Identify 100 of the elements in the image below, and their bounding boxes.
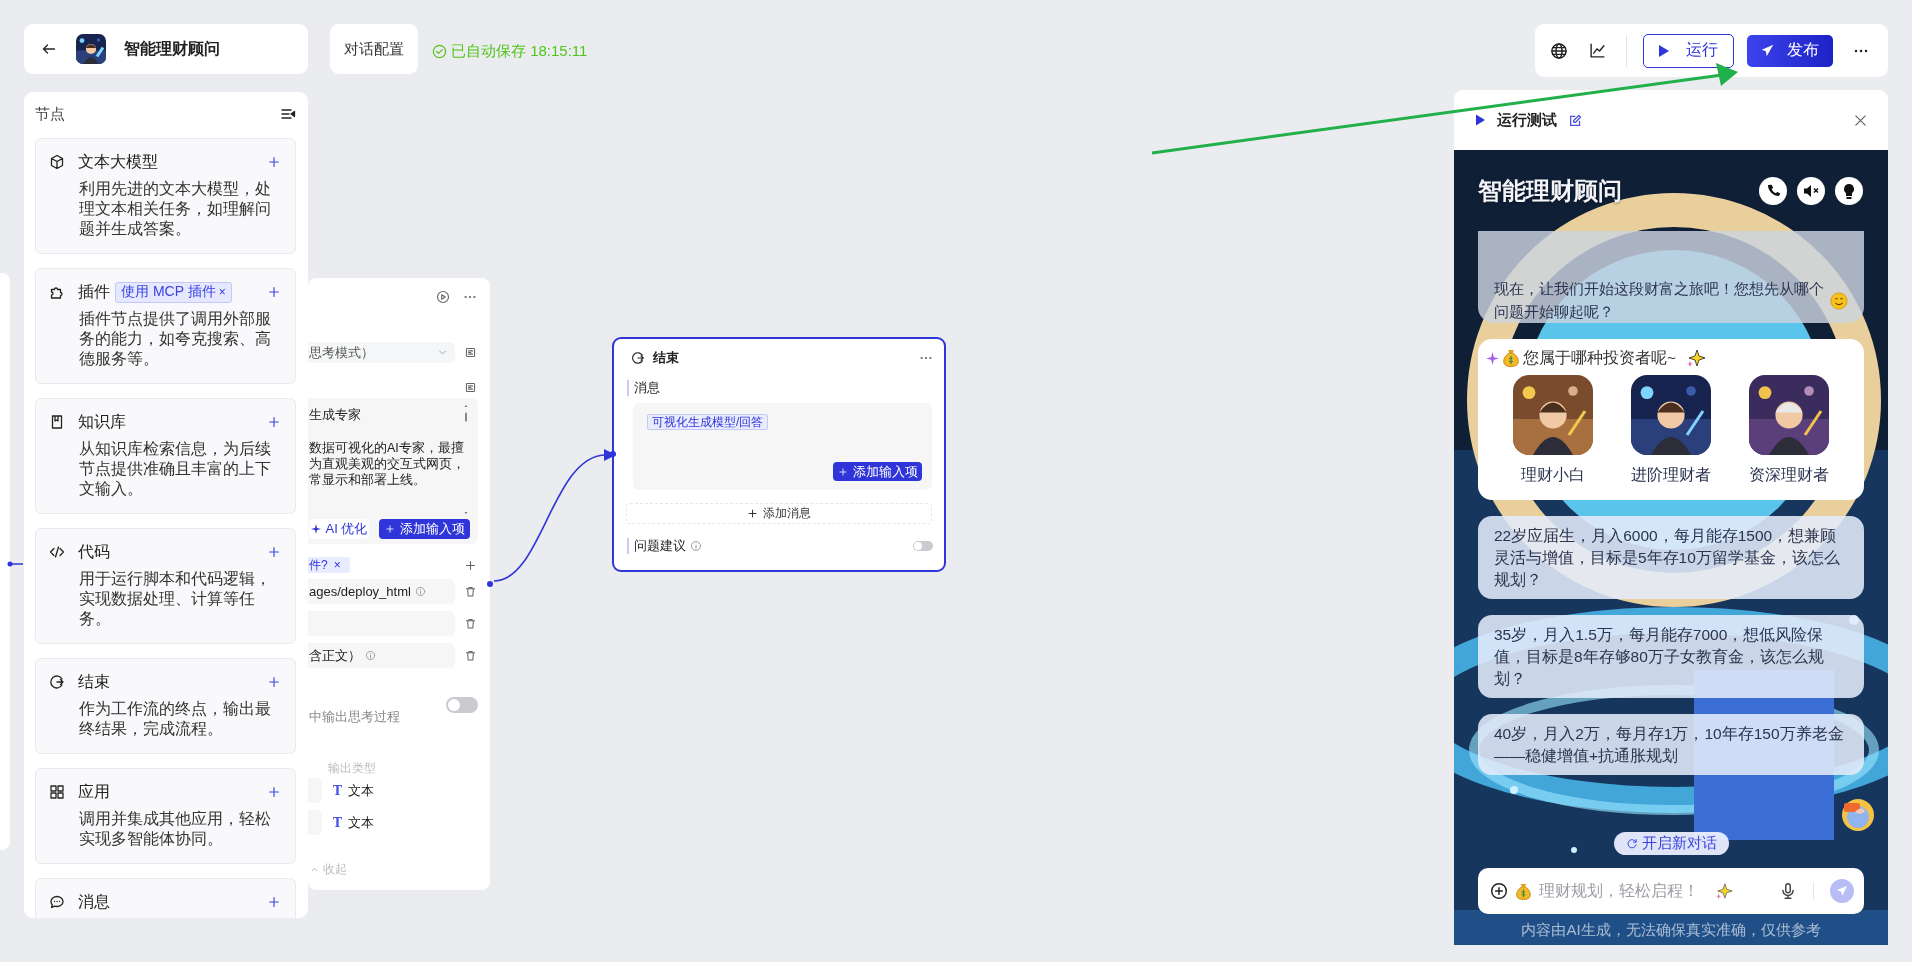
save-status: 已自动保存 18:15:11 (451, 42, 588, 61)
plus-icon[interactable] (267, 415, 281, 429)
port-dot (487, 581, 493, 587)
play-icon (1476, 114, 1485, 126)
prompt-line: 常显示和部署上线。 (309, 472, 426, 488)
node-name: 消息 (78, 891, 110, 912)
plus-icon[interactable] (267, 785, 281, 799)
node-name: 结束 (78, 671, 110, 692)
node-card[interactable]: 知识库 从知识库检索信息，为后续节点提供准确且丰富的上下文输入。 (35, 398, 296, 514)
workflow-node[interactable]: 思考模式） 生成专家 数据可视化的AI专家，最擅 为直观美观的交互式网页， 常显示和部署上线。 AI 优化 添加输入项 件? × ages/deploy_html 含正文） 中输出思考过程 输出类型 T 文本 T 文本 收起 (308, 278, 490, 890)
publish-button[interactable]: 发布 (1747, 34, 1833, 67)
mcp-tag[interactable]: 使用 MCP 插件 × (115, 281, 232, 303)
check-circle-icon (432, 44, 447, 59)
plus-icon[interactable] (464, 558, 477, 572)
prompt-line: 生成专家 (309, 407, 361, 423)
trash-icon[interactable] (464, 617, 477, 630)
port-dot (610, 451, 616, 457)
node-name: 文本大模型 (78, 151, 158, 172)
node-card[interactable]: 消息 (35, 878, 296, 918)
add-message-button[interactable]: 添加消息 (626, 503, 932, 524)
app-name: 智能理财顾问 (124, 38, 220, 59)
node-title: 结束 (653, 349, 679, 367)
node-name: 应用 (78, 781, 110, 802)
param-field[interactable]: 含正文） (308, 643, 455, 668)
tool-tag[interactable]: 件? × (308, 557, 350, 573)
grid-icon (49, 784, 65, 800)
output-type: 文本 (347, 781, 374, 800)
field-value: ages/deploy_html (309, 584, 411, 599)
chat-icon (49, 894, 65, 910)
end-node[interactable]: 结束 消息 可视化生成模型/回答 添加输入项 添加消息 问题建议 (612, 337, 946, 572)
plus-icon (747, 508, 758, 519)
connector-line (7, 561, 23, 567)
node-description: 从知识库检索信息，为后续节点提供准确且丰富的上下文输入。 (79, 439, 272, 499)
add-input-button[interactable]: 添加输入项 (833, 462, 922, 481)
remove-button[interactable]: × (218, 285, 226, 299)
toggle-switch[interactable] (913, 541, 933, 551)
book-icon (49, 414, 65, 430)
node-description: 用于运行脚本和代码逻辑，实现数据处理、计算等任务。 (79, 569, 272, 629)
text-type-icon: T (333, 815, 342, 830)
field-label: 问题建议 (627, 538, 686, 554)
code-icon (49, 544, 65, 560)
node-card[interactable]: 代码 用于运行脚本和代码逻辑，实现数据处理、计算等任务。 (35, 528, 296, 644)
ai-optimize-button[interactable]: AI 优化 (309, 519, 369, 539)
plus-icon (837, 466, 848, 477)
edit-icon[interactable] (1569, 113, 1582, 127)
remove-button[interactable]: × (333, 558, 341, 572)
node-description: 利用先进的文本大模型，处理文本相关任务，如理解问题并生成答案。 (79, 179, 272, 239)
node-card[interactable]: 文本大模型 利用先进的文本大模型，处理文本相关任务，如理解问题并生成答案。 (35, 138, 296, 254)
document-icon[interactable] (464, 380, 477, 394)
text-type-icon: T (333, 783, 342, 798)
prompt-line: 为直观美观的交互式网页， (309, 456, 465, 472)
node-description: 调用并集成其他应用，轻松实现多智能体协同。 (79, 809, 272, 849)
node-description: 作为工作流的终点，输出最终结果，完成流程。 (79, 699, 272, 739)
panel-title: 运行测试 (1497, 110, 1557, 130)
panel-title: 节点 (35, 104, 65, 124)
prompt-field[interactable]: 生成专家 数据可视化的AI专家，最擅 为直观美观的交互式网页， 常显示和部署上线。 AI 优化 添加输入项 (308, 398, 478, 544)
info-icon (690, 540, 702, 552)
document-icon[interactable] (464, 346, 477, 359)
message-field[interactable]: 可视化生成模型/回答 添加输入项 (633, 403, 932, 490)
select-value: 思考模式） (309, 343, 374, 362)
sparkle-icon (310, 524, 321, 534)
node-name: 知识库 (78, 411, 126, 432)
collapse-panel-icon[interactable] (280, 106, 296, 122)
chart-icon[interactable] (1589, 42, 1606, 59)
toggle-switch[interactable] (446, 697, 478, 713)
plus-icon[interactable] (267, 895, 281, 909)
trash-icon[interactable] (464, 649, 477, 662)
scrollbar[interactable] (462, 403, 470, 516)
model-select[interactable]: 思考模式） (308, 342, 455, 363)
field-label: 消息 (627, 380, 660, 396)
node-name: 代码 (78, 541, 110, 562)
back-icon[interactable] (41, 41, 57, 57)
play-icon (1659, 44, 1669, 57)
column-header: 输出类型 (328, 760, 376, 776)
play-circle-icon[interactable] (436, 290, 450, 304)
trash-icon[interactable] (464, 585, 477, 598)
param-field[interactable]: ages/deploy_html (308, 579, 455, 604)
exit-icon (631, 351, 645, 365)
plus-icon[interactable] (267, 675, 281, 689)
toggle-label: 中输出思考过程 (308, 708, 400, 726)
config-button[interactable]: 对话配置 (330, 24, 418, 74)
plus-icon[interactable] (267, 545, 281, 559)
field-value: 含正文） (309, 646, 361, 665)
globe-icon[interactable] (1550, 41, 1568, 60)
node-card[interactable]: 应用 调用并集成其他应用，轻松实现多智能体协同。 (35, 768, 296, 864)
exit-icon (49, 674, 65, 690)
plus-icon[interactable] (267, 285, 281, 299)
node-card[interactable]: 结束 作为工作流的终点，输出最终结果，完成流程。 (35, 658, 296, 754)
plus-icon[interactable] (267, 155, 281, 169)
node-name: 插件 (78, 281, 110, 302)
run-button[interactable]: 运行 (1643, 33, 1734, 68)
send-icon (1761, 44, 1774, 57)
variable-tag: 可视化生成模型/回答 (647, 414, 769, 430)
prompt-line: 数据可视化的AI专家，最擅 (309, 440, 464, 456)
node-card[interactable]: 插件 使用 MCP 插件 × 插件节点提供了调用外部服务的能力，如夸克搜索、高德服务等。 (35, 268, 296, 384)
cube-icon (49, 154, 65, 170)
add-input-button[interactable]: 添加输入项 (379, 519, 470, 539)
node-description: 插件节点提供了调用外部服务的能力，如夸克搜索、高德服务等。 (79, 309, 272, 369)
close-icon[interactable] (1853, 112, 1868, 128)
plus-icon (384, 524, 395, 534)
